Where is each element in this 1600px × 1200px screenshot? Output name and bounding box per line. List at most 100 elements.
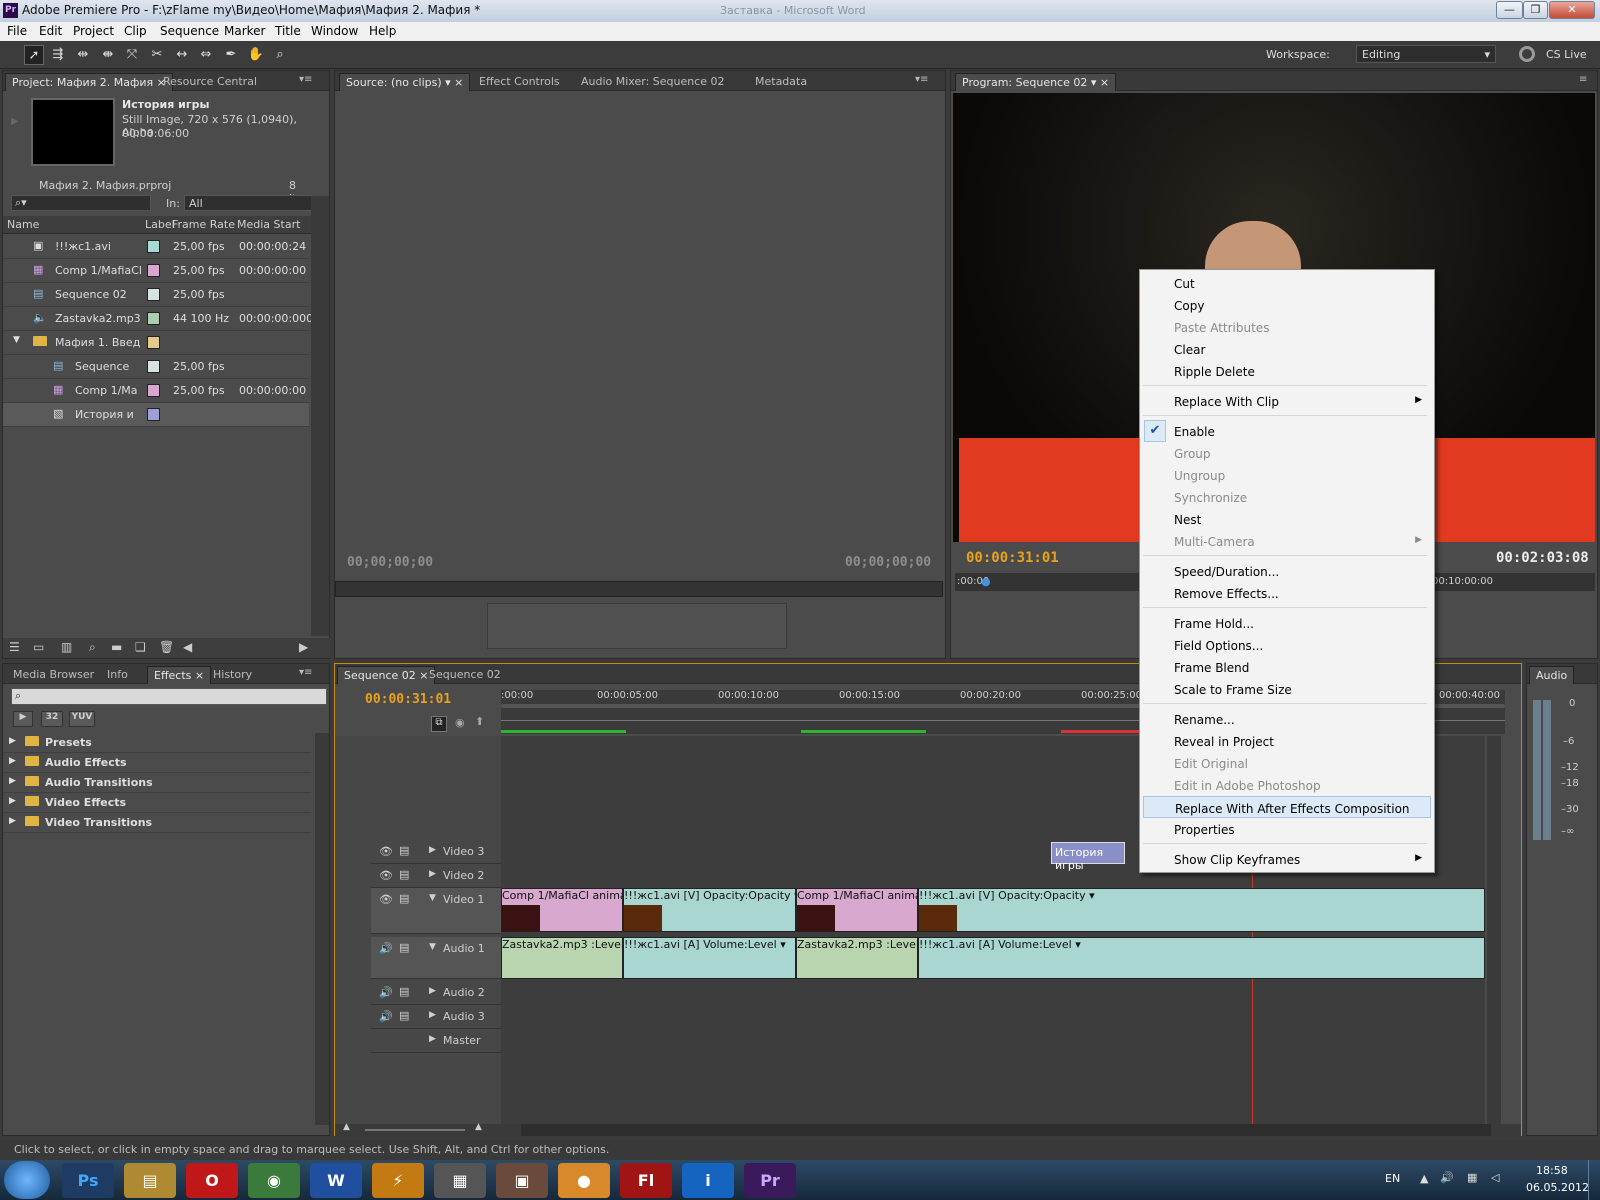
expand-triangle-icon[interactable]: ▶ [9,796,16,806]
source-tc-in[interactable]: 00;00;00;00 [347,555,433,570]
col-frame-rate[interactable]: Frame Rate [172,218,235,231]
filmstrip-icon[interactable]: ▤ [399,985,409,998]
menu-item-scale-to-frame-size[interactable]: Scale to Frame Size [1140,678,1432,700]
taskbar-flash[interactable]: Fl [620,1163,672,1198]
expand-triangle-icon[interactable]: ▶ [429,1034,436,1044]
clip-istoriya-tooltip[interactable]: История игры [1051,842,1125,872]
list-item[interactable]: ▧ История и [3,403,309,427]
start-button[interactable] [4,1161,50,1199]
expand-triangle-icon[interactable]: ▶ [429,869,436,879]
track-header-audio-3[interactable]: 🔊 ▤ ▶ Audio 3 [371,1005,501,1029]
taskbar-explorer-icon[interactable]: ▤ [124,1163,176,1198]
filmstrip-icon[interactable]: ▤ [399,941,409,954]
col-media-start[interactable]: Media Start [237,218,300,231]
tab-effects[interactable]: Effects × [147,666,212,684]
menu-item-replace-with-clip[interactable]: Replace With Clip ▶ [1140,390,1432,412]
expand-triangle-icon[interactable]: ▶ [9,736,16,746]
track-header-audio-1[interactable]: 🔊 ▤ ▼ Audio 1 [371,937,501,979]
razor-tool-icon[interactable]: ✂ [147,45,167,65]
list-item[interactable]: ▤ Sequence 02 25,00 fps [3,283,309,307]
tree-item-video-transitions[interactable]: ▶ Video Transitions [3,813,311,833]
menu-file[interactable]: File [7,24,27,38]
taskbar-player-icon[interactable]: ● [558,1163,610,1198]
add-marker-icon[interactable]: ⬆ [475,715,484,728]
menu-clip[interactable]: Clip [124,24,147,38]
menu-item-rename[interactable]: Rename... [1140,708,1432,730]
taskbar-winamp-icon[interactable]: ⚡ [372,1163,424,1198]
new-bin-icon[interactable]: ▬ [111,640,122,654]
filmstrip-icon[interactable]: ▤ [399,1009,409,1022]
clip-zhs1-audio[interactable]: !!!жс1.avi [A] Volume:Level ▾ [918,937,1485,979]
expand-triangle-icon[interactable]: ▶ [9,816,16,826]
menu-edit[interactable]: Edit [39,24,62,38]
accelerated-effects-icon[interactable]: ▶ [13,711,33,727]
tab-info[interactable]: Info [101,666,134,684]
zoom-slider[interactable] [365,1129,465,1131]
menu-item-speed-duration[interactable]: Speed/Duration... [1140,560,1432,582]
set-marker-icon[interactable]: ◉ [455,716,465,729]
col-label[interactable]: Label [145,218,175,231]
speaker-icon[interactable]: 🔊 [379,986,393,999]
yuv-effects-button[interactable]: YUV [69,711,95,727]
maximize-button[interactable]: ❐ [1523,1,1548,19]
project-vertical-scrollbar[interactable] [311,196,329,636]
tree-item-audio-transitions[interactable]: ▶ Audio Transitions [3,773,311,793]
tab-media-browser[interactable]: Media Browser [7,666,100,684]
track-header-master[interactable]: ▶ Master [371,1029,501,1053]
menu-item-group[interactable]: Group [1140,442,1432,464]
timeline-horizontal-scrollbar[interactable] [521,1124,1491,1136]
rolling-edit-tool-icon[interactable]: ⇼ [98,45,118,65]
play-poster-icon[interactable]: ▶ [11,116,19,127]
label-swatch[interactable] [147,336,160,349]
show-desktop-button[interactable] [1588,1160,1600,1200]
ripple-edit-tool-icon[interactable]: ⇹ [73,45,93,65]
slip-tool-icon[interactable]: ↔ [172,45,192,65]
menu-item-clear[interactable]: Clear [1140,338,1432,360]
list-item[interactable]: ▦ Comp 1/MafiaCl 25,00 fps 00:00:00:00 [3,259,309,283]
list-item[interactable]: 🔈 Zastavka2.mp3 44 100 Hz 00:00:00:0000 [3,307,320,331]
timeline-vertical-scrollbar[interactable] [1487,736,1501,1124]
expand-triangle-icon[interactable]: ▶ [9,776,16,786]
taskbar-opera-icon[interactable]: O [186,1163,238,1198]
pen-tool-icon[interactable]: ✒ [221,45,241,65]
tab-history[interactable]: History [207,666,258,684]
automate-to-sequence-icon[interactable]: ▥ [61,640,72,654]
panel-menu-icon[interactable]: ▾≡ [299,667,312,678]
program-current-tc[interactable]: 00:00:31:01 [966,550,1059,566]
menu-item-ungroup[interactable]: Ungroup [1140,464,1432,486]
tab-audio-meters[interactable]: Audio [1529,666,1575,684]
zoom-in-icon[interactable]: ▲ [475,1122,482,1132]
menu-item-edit-original[interactable]: Edit Original [1140,752,1432,774]
panel-menu-icon[interactable]: ▾≡ [915,74,928,85]
tab-sequence-02-b[interactable]: Sequence 02 [423,666,507,684]
speaker-tray-icon[interactable]: ◁ [1491,1171,1499,1184]
list-item[interactable]: ▦ Comp 1/Ma 25,00 fps 00:00:00:00 [3,379,309,403]
collapse-triangle-icon[interactable]: ▼ [429,893,436,903]
menu-item-edit-in-photoshop[interactable]: Edit in Adobe Photoshop [1140,774,1432,796]
cs-live-icon[interactable] [1519,46,1535,62]
menu-item-enable[interactable]: Enable [1140,420,1432,442]
menu-item-paste-attributes[interactable]: Paste Attributes [1140,316,1432,338]
menu-item-reveal-in-project[interactable]: Reveal in Project [1140,730,1432,752]
taskbar-word-icon[interactable]: W [310,1163,362,1198]
track-header-audio-2[interactable]: 🔊 ▤ ▶ Audio 2 [371,981,501,1005]
clip-zhs1-audio[interactable]: !!!жс1.avi [A] Volume:Level ▾ [623,937,796,979]
label-swatch[interactable] [147,384,160,397]
taskbar-premiere[interactable]: Pr [744,1163,796,1198]
label-swatch[interactable] [147,288,160,301]
scroll-right-icon[interactable]: ▶ [299,640,308,654]
taskbar-calendar-icon[interactable]: ▦ [434,1163,486,1198]
menu-help[interactable]: Help [369,24,396,38]
eye-icon[interactable]: 👁 [379,845,393,858]
clip-zhs1-video[interactable]: !!!жс1.avi [V] Opacity:Opacity ▾ [623,888,796,932]
track-header-video-2[interactable]: 👁 ▤ ▶ Video 2 [371,864,501,888]
expand-triangle-icon[interactable]: ▼ [13,335,20,345]
taskbar-media-icon[interactable]: ▣ [496,1163,548,1198]
filmstrip-icon[interactable]: ▤ [399,892,409,905]
minimize-button[interactable]: — [1496,1,1523,19]
menu-item-multi-camera[interactable]: Multi-Camera ▶ [1140,530,1432,552]
input-language[interactable]: EN [1385,1172,1400,1185]
taskbar-chrome-icon[interactable]: ◉ [248,1163,300,1198]
tab-source[interactable]: Source: (no clips) ▾ × [339,73,471,91]
track-select-tool-icon[interactable]: ⇶ [48,45,68,65]
